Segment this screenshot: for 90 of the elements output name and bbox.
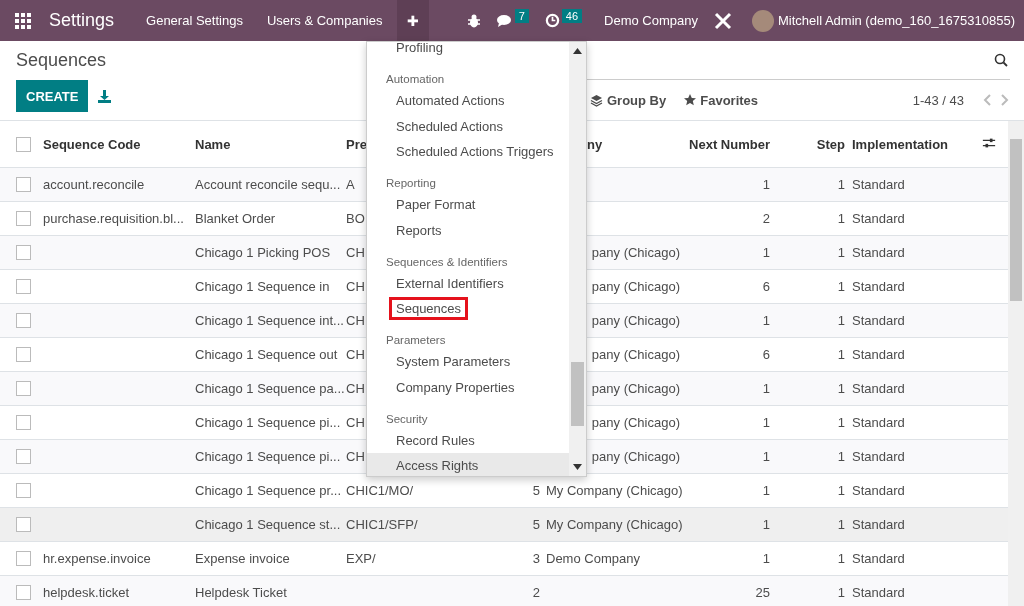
- table-cell: Chicago 1 Sequence out: [195, 347, 338, 362]
- table-cell: 1: [837, 381, 845, 396]
- table-cell: 1: [837, 313, 845, 328]
- table-cell: account.reconcile: [43, 177, 145, 192]
- menu-section-title: Sequences & Identifiers: [386, 255, 508, 268]
- table-cell: Chicago 1 Sequence pa...: [195, 381, 345, 396]
- table-cell: Standard: [852, 483, 905, 498]
- table-cell: Chicago 1 Sequence st...: [195, 517, 341, 532]
- table-cell: 1: [837, 347, 845, 362]
- table-cell: 1: [837, 551, 845, 566]
- table-cell: Chicago 1 Sequence pi...: [195, 415, 341, 430]
- table-cell: pany (Chicago): [591, 449, 680, 464]
- table-cell: 1: [837, 449, 845, 464]
- menu-section-title: Parameters: [386, 334, 446, 346]
- table-cell: 1: [762, 415, 770, 430]
- table-cell: Standard: [852, 551, 905, 566]
- table-cell: CH: [346, 279, 365, 294]
- table-cell: Standard: [852, 517, 905, 532]
- table-cell: 1: [762, 381, 770, 396]
- table-cell: 25: [755, 585, 770, 600]
- table-cell: 1: [837, 585, 845, 600]
- table-cell: pany (Chicago): [591, 245, 680, 260]
- table-cell: Standard: [852, 177, 905, 192]
- table-cell: 1: [837, 483, 845, 498]
- table-cell: Expense invoice: [195, 551, 290, 566]
- table-cell: Standard: [852, 449, 905, 464]
- table-cell: Chicago 1 Sequence int...: [195, 313, 344, 328]
- table-cell: CH: [346, 381, 365, 396]
- table-cell: Chicago 1 Picking POS: [195, 245, 331, 260]
- table-cell: Standard: [852, 313, 905, 328]
- table-cell: Standard: [852, 211, 905, 226]
- table-cell: Account reconcile sequ...: [195, 177, 341, 192]
- table-cell: Standard: [852, 347, 905, 362]
- table-cell: 1: [762, 313, 770, 328]
- table-cell: 3: [532, 551, 540, 566]
- table-cell: A: [346, 177, 355, 192]
- table-cell: 1: [762, 449, 770, 464]
- table-cell: 2: [762, 211, 770, 226]
- table-cell: 1: [837, 177, 845, 192]
- table-cell: CHIC1/SFP/: [346, 517, 418, 532]
- menu-section-title: Reporting: [386, 177, 436, 189]
- message-count-badge: 7: [514, 8, 529, 23]
- table-cell: 1: [837, 279, 845, 294]
- menu-section-title: Automation: [386, 73, 445, 85]
- table-cell: pany (Chicago): [591, 313, 680, 328]
- table-cell: Standard: [852, 585, 905, 600]
- table-cell: CHIC1/MO/: [346, 483, 414, 498]
- table-cell: Chicago 1 Sequence pr...: [195, 483, 341, 498]
- table-cell: My Company (Chicago): [546, 517, 683, 532]
- table-cell: Standard: [852, 279, 905, 294]
- table-cell: CH: [346, 245, 365, 260]
- menu-section-title: Security: [386, 412, 428, 425]
- table-cell: 6: [762, 347, 770, 362]
- table-cell: CH: [346, 313, 365, 328]
- table-cell: 1: [762, 551, 770, 566]
- table-cell: BO: [346, 211, 365, 226]
- table-cell: pany (Chicago): [591, 347, 680, 362]
- table-cell: Chicago 1 Sequence pi...: [195, 449, 341, 464]
- table-cell: CH: [346, 415, 365, 430]
- table-cell: 1: [762, 517, 770, 532]
- table-cell: 1: [762, 245, 770, 260]
- table-cell: pany (Chicago): [591, 415, 680, 430]
- table-cell: Standard: [852, 245, 905, 260]
- table-cell: pany (Chicago): [591, 381, 680, 396]
- table-cell: EXP/: [346, 551, 376, 566]
- table-cell: CH: [346, 347, 365, 362]
- table-cell: Helpdesk Ticket: [195, 585, 287, 600]
- table-cell: 1: [837, 415, 845, 430]
- table-cell: helpdesk.ticket: [43, 585, 129, 600]
- table-cell: hr.expense.invoice: [43, 551, 151, 566]
- table-cell: 1: [837, 517, 845, 532]
- page-title: Sequences: [16, 50, 107, 71]
- table-cell: purchase.requisition.bl...: [43, 211, 184, 226]
- table-cell: 1: [762, 483, 770, 498]
- table-cell: 6: [762, 279, 770, 294]
- table-cell: 5: [532, 483, 540, 498]
- table-cell: pany (Chicago): [591, 279, 680, 294]
- table-cell: Demo Company: [546, 551, 640, 566]
- table-cell: Standard: [852, 415, 905, 430]
- table-cell: 1: [837, 245, 845, 260]
- table-cell: 2: [532, 585, 540, 600]
- table-cell: 5: [532, 517, 540, 532]
- activity-count-badge: 46: [561, 8, 582, 23]
- table-cell: Standard: [852, 381, 905, 396]
- table-cell: 1: [837, 211, 845, 226]
- table-cell: 1: [762, 177, 770, 192]
- table-cell: My Company (Chicago): [546, 483, 683, 498]
- table-cell: Blanket Order: [195, 211, 276, 226]
- table-cell: Chicago 1 Sequence in: [195, 279, 330, 294]
- table-cell: CH: [346, 449, 365, 464]
